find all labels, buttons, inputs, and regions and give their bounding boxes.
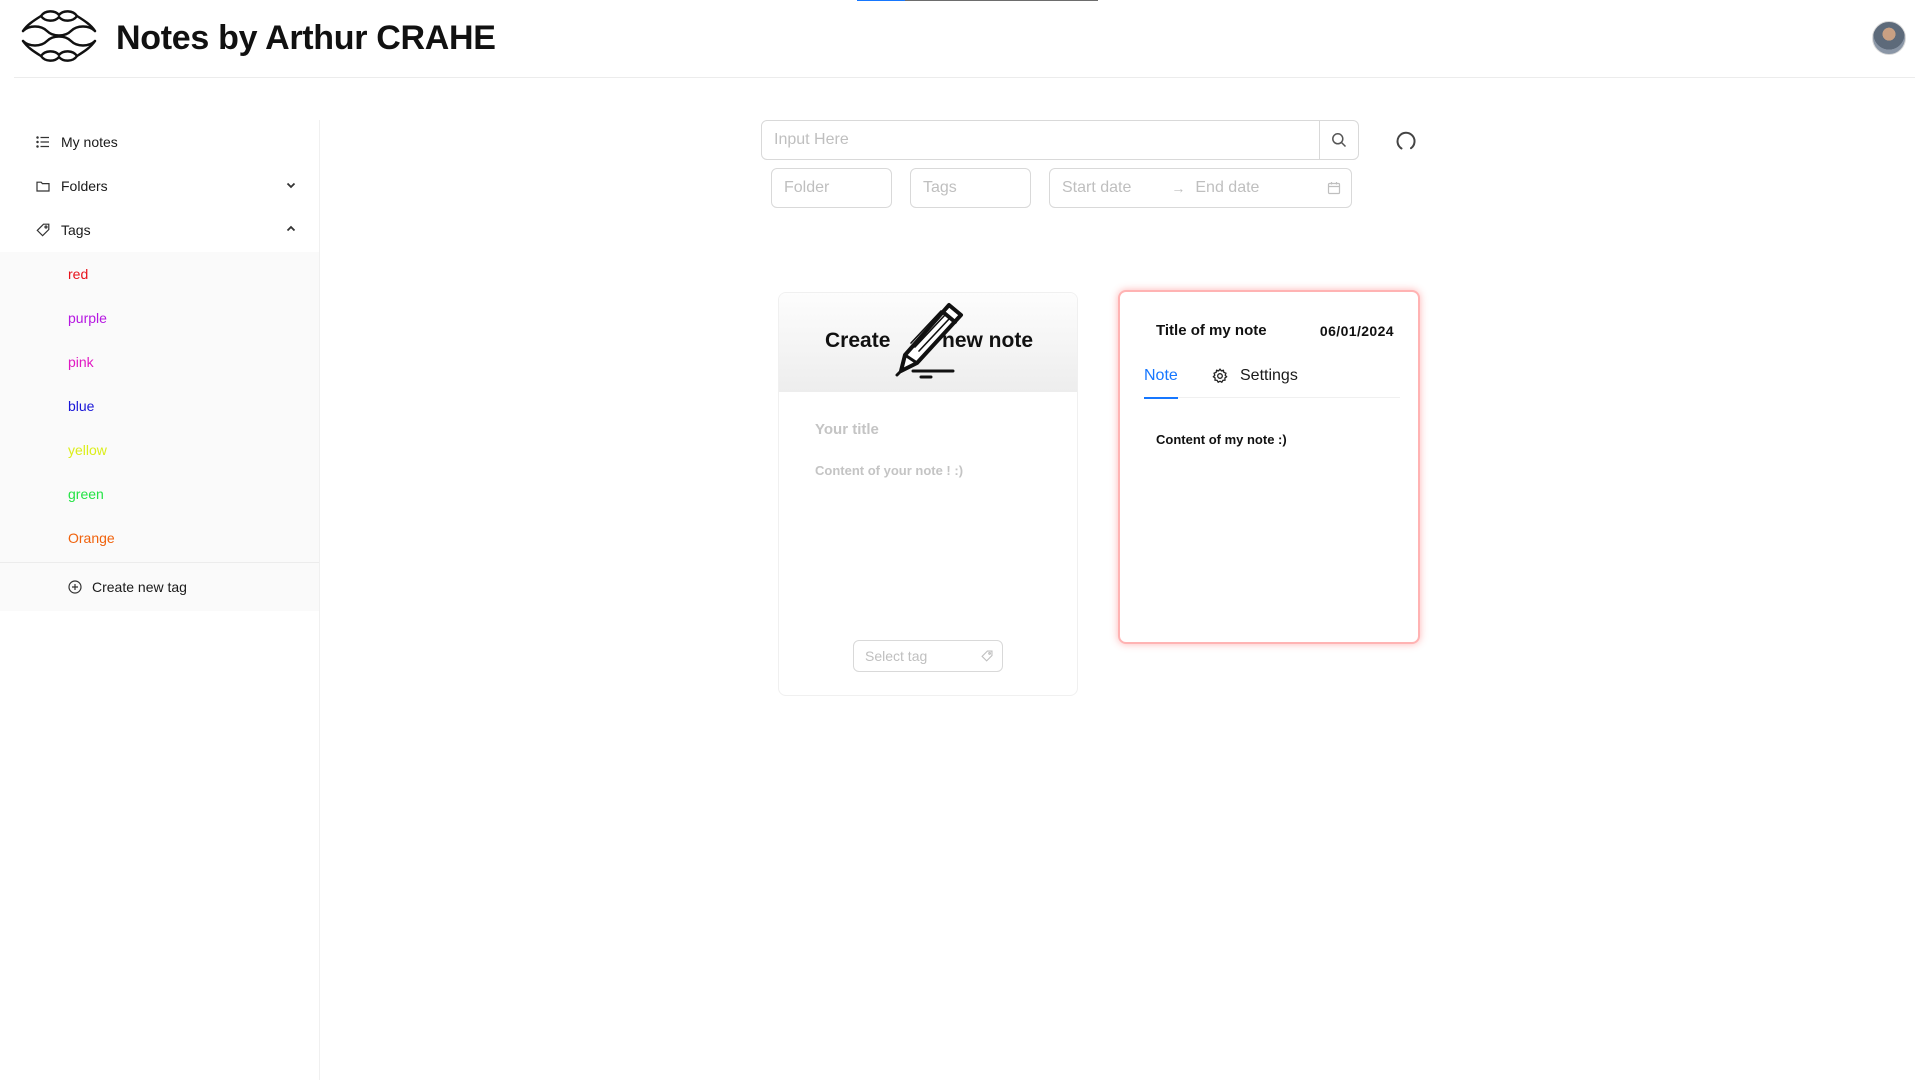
tag-label: purple <box>68 310 107 326</box>
app: Notes by Arthur CRAHE My notes Folders T… <box>0 0 1915 1080</box>
select-tag-dropdown[interactable]: Select tag <box>853 640 1003 672</box>
tags-filter-select[interactable]: Tags <box>910 168 1031 208</box>
loading-progress-bar <box>857 0 1098 1</box>
create-banner-word-2: new note <box>942 329 1034 352</box>
tag-label: pink <box>68 354 94 370</box>
sidebar-item-folders[interactable]: Folders <box>0 164 319 208</box>
tag-item-pink[interactable]: pink <box>0 340 319 384</box>
create-new-tag-button[interactable]: Create new tag <box>0 563 319 611</box>
end-date-placeholder: End date <box>1195 179 1260 196</box>
create-note-banner[interactable]: Create new note <box>779 293 1077 392</box>
note-tabs: Note Settings <box>1144 354 1400 399</box>
tag-label: Orange <box>68 530 115 546</box>
arrow-right-icon: → <box>1171 180 1186 196</box>
select-tag-placeholder: Select tag <box>865 648 928 664</box>
tag-item-red[interactable]: red <box>0 252 319 296</box>
tag-label: red <box>68 266 89 282</box>
list-icon <box>36 135 50 149</box>
tab-settings-label: Settings <box>1240 367 1298 384</box>
app-logo-icon <box>21 10 97 62</box>
sidebar-item-label: My notes <box>61 134 118 150</box>
app-header: Notes by Arthur CRAHE <box>14 0 1915 78</box>
tab-settings[interactable]: Settings <box>1212 354 1298 398</box>
search-bar <box>761 120 1359 160</box>
plus-circle-icon <box>68 580 82 594</box>
note-date: 06/01/2024 <box>1319 323 1394 339</box>
search-button[interactable] <box>1319 121 1358 159</box>
tag-icon <box>36 223 50 237</box>
tab-note-label: Note <box>1144 367 1178 384</box>
tags-filter-placeholder: Tags <box>923 179 957 196</box>
create-banner-word-1: Create <box>825 329 891 352</box>
tag-item-orange[interactable]: Orange <box>0 516 319 560</box>
sidebar-item-label: Tags <box>61 222 91 238</box>
folder-filter-select[interactable]: Folder <box>771 168 892 208</box>
sidebar-item-my-notes[interactable]: My notes <box>0 120 319 164</box>
tags-submenu: red purple pink blue yellow green Orange… <box>0 252 319 611</box>
tag-label: blue <box>68 398 95 414</box>
tag-item-yellow[interactable]: yellow <box>0 428 319 472</box>
user-avatar[interactable] <box>1872 21 1906 55</box>
tag-item-purple[interactable]: purple <box>0 296 319 340</box>
chevron-down-icon <box>286 182 296 189</box>
tag-item-green[interactable]: green <box>0 472 319 516</box>
tag-item-blue[interactable]: blue <box>0 384 319 428</box>
tag-label: yellow <box>68 442 107 458</box>
tag-label: green <box>68 486 104 502</box>
tab-ink-bar <box>1144 397 1178 399</box>
search-input[interactable] <box>762 121 1319 159</box>
create-tag-label: Create new tag <box>92 579 187 595</box>
sidebar-item-tags[interactable]: Tags <box>0 208 319 252</box>
note-title: Title of my note <box>1156 322 1267 339</box>
tab-note[interactable]: Note <box>1144 354 1178 399</box>
sidebar: My notes Folders Tags red purple pink bl… <box>0 120 320 1080</box>
note-content-input[interactable] <box>815 463 1045 613</box>
folder-icon <box>36 179 50 193</box>
create-note-card: Create new note Select tag <box>778 292 1078 696</box>
app-title: Notes by Arthur CRAHE <box>116 19 496 57</box>
start-date-placeholder: Start date <box>1062 179 1132 196</box>
refresh-icon[interactable] <box>1394 129 1418 153</box>
gear-icon <box>1212 368 1228 384</box>
sidebar-item-label: Folders <box>61 178 108 194</box>
note-title-input[interactable] <box>815 421 1045 438</box>
tag-icon <box>981 650 993 662</box>
search-icon <box>1332 133 1347 148</box>
chevron-up-icon <box>286 225 296 232</box>
note-content: Content of my note :) <box>1156 432 1287 447</box>
folder-filter-placeholder: Folder <box>784 179 830 196</box>
calendar-icon <box>1327 182 1341 195</box>
date-range-picker[interactable]: Start date → End date <box>1049 168 1352 208</box>
note-card[interactable]: Title of my note 06/01/2024 Note Setting… <box>1118 290 1420 644</box>
